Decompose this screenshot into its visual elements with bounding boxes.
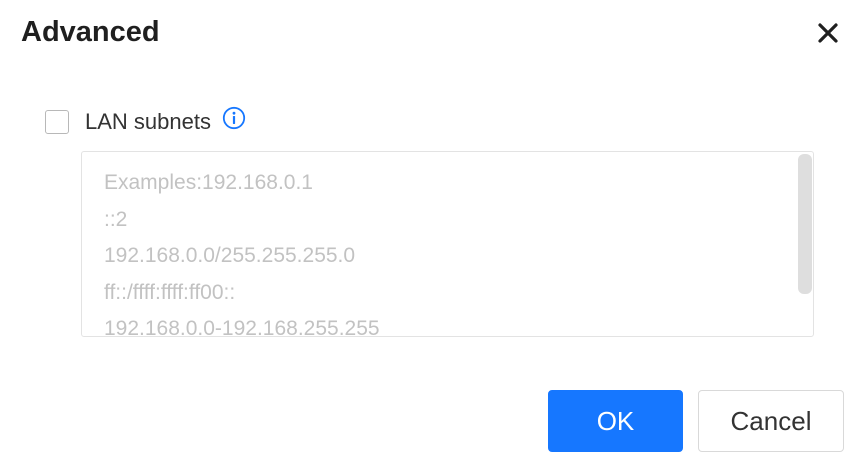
- dialog-title: Advanced: [21, 16, 160, 48]
- info-icon[interactable]: [222, 106, 246, 130]
- lan-subnets-option: LAN subnets: [45, 106, 246, 138]
- lan-subnets-checkbox[interactable]: [45, 110, 69, 134]
- placeholder-line: ff::/ffff:ffff:ff00::: [104, 280, 236, 304]
- placeholder-line: 192.168.0.0-192.168.255.255: [104, 317, 380, 337]
- placeholder-line: Examples:192.168.0.1: [104, 171, 313, 194]
- close-icon: [818, 23, 838, 43]
- placeholder-line: 192.168.0.0/255.255.255.0: [104, 244, 356, 267]
- lan-subnets-label[interactable]: LAN subnets: [85, 106, 211, 138]
- advanced-dialog: Advanced LAN subnets Examples:192.168.0.…: [0, 0, 862, 466]
- cancel-button[interactable]: Cancel: [698, 390, 844, 452]
- placeholder-line: ::2: [104, 207, 128, 231]
- close-button[interactable]: [812, 17, 844, 49]
- lan-subnets-textarea[interactable]: Examples:192.168.0.1 ::2 192.168.0.0/255…: [81, 151, 814, 337]
- textarea-placeholder: Examples:192.168.0.1 ::2 192.168.0.0/255…: [104, 165, 380, 337]
- textarea-scrollbar[interactable]: [798, 154, 812, 294]
- ok-button[interactable]: OK: [548, 390, 683, 452]
